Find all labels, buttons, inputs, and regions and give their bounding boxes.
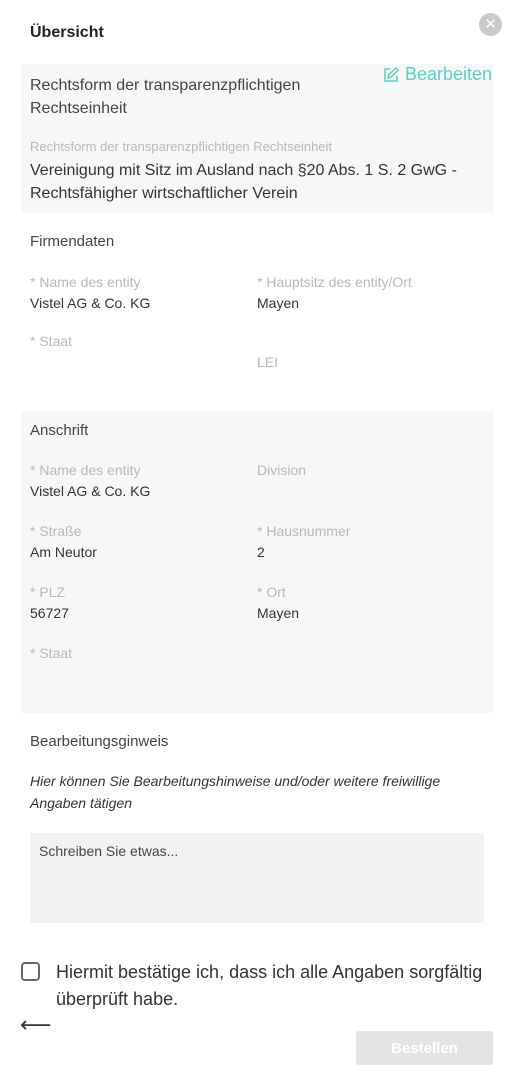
address-zip-label: * PLZ [30,584,66,600]
company-country-label: * Staat [30,333,73,349]
company-name-value: Vistel AG & Co. KG [30,295,151,311]
company-name-label: * Name des entity [30,274,141,290]
legal-form-field-label: Rechtsform der transparenzpflichtigen Re… [30,139,333,154]
address-street-value: Am Neutor [30,544,97,560]
notes-textarea[interactable] [30,833,484,923]
confirm-checkbox[interactable] [21,962,40,981]
edit-button[interactable]: Bearbeiten [382,64,492,85]
close-icon[interactable]: ✕ [479,13,502,36]
page-title: Übersicht [30,24,104,41]
address-name-value: Vistel AG & Co. KG [30,483,151,499]
address-number-value: 2 [257,544,265,560]
notes-hint: Hier können Sie Bearbeitungshinweise und… [30,773,441,811]
address-street-label: * Straße [30,523,82,539]
address-city-value: Mayen [257,605,300,621]
company-lei-label: LEI [257,354,279,370]
company-hq-value: Mayen [257,295,300,311]
address-city-label: * Ort [257,584,286,600]
address-number-label: * Hausnummer [257,523,351,539]
legal-form-field-value: Vereinigung mit Sitz im Ausland nach §20… [30,162,457,202]
company-hq-label: * Hauptsitz des entity/Ort [257,274,412,290]
address-panel: Anschrift * Name des entity Vistel AG & … [21,411,493,713]
order-button[interactable]: Bestellen [356,1031,493,1065]
edit-label: Bearbeiten [405,64,493,84]
confirm-label[interactable]: Hiermit bestätige ich, dass ich alle Ang… [56,959,506,1013]
address-name-label: * Name des entity [30,462,141,478]
company-heading: Firmendaten [30,233,115,250]
address-zip-value: 56727 [30,605,69,621]
address-division-label: Division [257,462,307,478]
company-panel: Firmendaten * Name des entity Vistel AG … [21,222,493,402]
address-country-label: * Staat [30,645,73,661]
legal-form-heading: Rechtsform der transparenzpflichtigen Re… [30,77,301,117]
legal-form-panel: Rechtsform der transparenzpflichtigen Re… [21,64,493,213]
arrow-left-icon[interactable]: ⟵ [20,1012,52,1038]
address-heading: Anschrift [30,422,89,439]
edit-icon [384,66,400,82]
notes-heading: Bearbeitungsginweis [30,733,169,750]
